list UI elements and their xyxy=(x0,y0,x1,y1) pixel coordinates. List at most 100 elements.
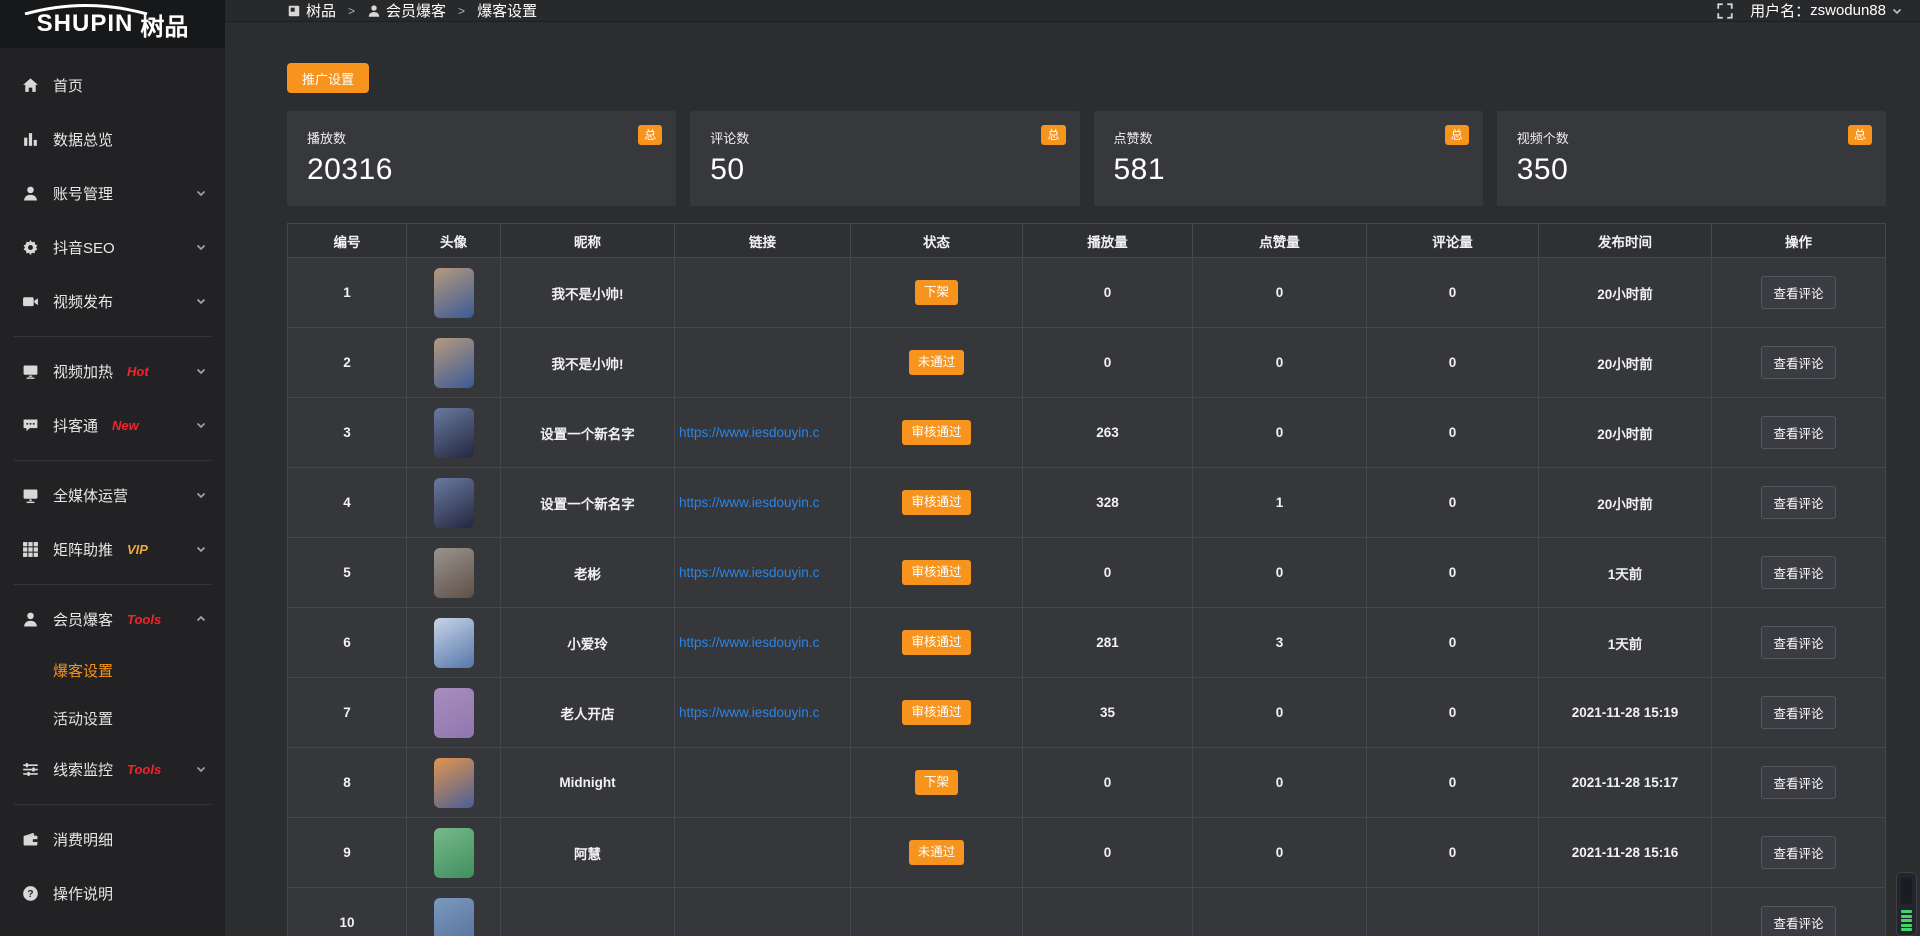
status-badge: 下架 xyxy=(915,280,958,305)
cell-avatar xyxy=(407,888,501,936)
sidebar-item[interactable]: 矩阵助推 VIP xyxy=(0,522,225,576)
cell-comments: 0 xyxy=(1367,748,1539,818)
view-comments-button[interactable]: 查看评论 xyxy=(1761,556,1835,589)
promotion-settings-button[interactable]: 推广设置 xyxy=(287,63,369,93)
cell-likes: 1 xyxy=(1193,468,1367,538)
view-comments-button[interactable]: 查看评论 xyxy=(1761,766,1835,799)
cell-plays: 35 xyxy=(1023,678,1193,748)
cell-likes: 0 xyxy=(1193,538,1367,608)
sidebar-item-tag: Tools xyxy=(127,762,161,777)
chevron-down-icon xyxy=(195,763,207,775)
sidebar-subitem[interactable]: 爆客设置 xyxy=(0,646,225,694)
view-comments-button[interactable]: 查看评论 xyxy=(1761,626,1835,659)
cell-likes xyxy=(1193,888,1367,936)
view-comments-button[interactable]: 查看评论 xyxy=(1761,906,1835,936)
sidebar-item[interactable]: 消费明细 xyxy=(0,812,225,866)
sidebar-nav: 首页 数据总览 账号管理 抖音SEO 视频发布 视频加热 Hot 抖客通 New… xyxy=(0,48,225,920)
cell-nickname: 我不是小帅! xyxy=(501,328,675,398)
column-header: 发布时间 xyxy=(1539,224,1712,258)
sidebar-item[interactable]: 抖客通 New xyxy=(0,398,225,452)
stat-card-label: 点赞数 xyxy=(1114,131,1153,146)
cell-no: 6 xyxy=(288,608,407,678)
chat-icon xyxy=(22,417,39,434)
cell-nickname: 老彬 xyxy=(501,538,675,608)
avatar xyxy=(434,828,474,878)
chevron-down-icon xyxy=(195,295,207,307)
chevron-up-icon xyxy=(195,613,207,625)
cell-comments: 0 xyxy=(1367,328,1539,398)
cell-action: 查看评论 xyxy=(1712,258,1886,328)
video-link[interactable]: https://www.iesdouyin.c xyxy=(675,705,850,720)
dashboard-icon xyxy=(287,4,301,18)
sidebar-item[interactable]: 线索监控 Tools xyxy=(0,742,225,796)
sidebar-item[interactable]: 视频发布 xyxy=(0,274,225,328)
sidebar-item[interactable]: 会员爆客 Tools xyxy=(0,592,225,646)
username-label: 用户名： xyxy=(1750,0,1810,21)
column-header: 评论量 xyxy=(1367,224,1539,258)
cell-no: 7 xyxy=(288,678,407,748)
cell-time: 20小时前 xyxy=(1539,258,1712,328)
video-link[interactable]: https://www.iesdouyin.c xyxy=(675,565,850,580)
video-link[interactable]: https://www.iesdouyin.c xyxy=(675,635,850,650)
sidebar-item[interactable]: 数据总览 xyxy=(0,112,225,166)
sidebar-item[interactable]: 全媒体运营 xyxy=(0,468,225,522)
chevron-down-icon xyxy=(195,241,207,253)
stat-card-plays: 播放数 总 20316 xyxy=(287,111,676,206)
cell-status xyxy=(851,888,1023,936)
avatar xyxy=(434,898,474,936)
cell-comments: 0 xyxy=(1367,468,1539,538)
brand-logo[interactable]: SHUPIN 树品 xyxy=(0,0,225,48)
sidebar-subitem-label: 爆客设置 xyxy=(53,660,113,681)
avatar xyxy=(434,268,474,318)
avatar xyxy=(434,338,474,388)
cell-status: 审核通过 xyxy=(851,468,1023,538)
view-comments-button[interactable]: 查看评论 xyxy=(1761,416,1835,449)
view-comments-button[interactable]: 查看评论 xyxy=(1761,276,1835,309)
cell-time: 2021-11-28 15:17 xyxy=(1539,748,1712,818)
user-menu[interactable]: 用户名： zswodun88 xyxy=(1750,0,1903,21)
stat-cards: 播放数 总 20316 评论数 总 50 点赞数 总 581 视频个数 总 xyxy=(287,111,1886,206)
sidebar-item[interactable]: 抖音SEO xyxy=(0,220,225,274)
avatar xyxy=(434,688,474,738)
cell-time xyxy=(1539,888,1712,936)
sidebar-subitem-label: 活动设置 xyxy=(53,708,113,729)
sidebar-item[interactable]: 账号管理 xyxy=(0,166,225,220)
chevron-down-icon xyxy=(195,365,207,377)
table-body: 1 我不是小帅! 下架 0 0 0 20小时前 查看评论 2 我不是小帅! 未通… xyxy=(288,258,1886,936)
floating-widget[interactable] xyxy=(1896,872,1917,936)
fullscreen-icon[interactable] xyxy=(1716,2,1734,20)
cell-avatar xyxy=(407,818,501,888)
chevron-down-icon xyxy=(195,543,207,555)
sidebar-item-label: 视频发布 xyxy=(53,291,113,312)
cell-time: 1天前 xyxy=(1539,608,1712,678)
view-comments-button[interactable]: 查看评论 xyxy=(1761,486,1835,519)
cell-action: 查看评论 xyxy=(1712,398,1886,468)
breadcrumb-item[interactable]: 会员爆客 xyxy=(386,0,446,21)
svg-text:?: ? xyxy=(27,888,33,899)
sidebar-item-label: 线索监控 xyxy=(53,759,113,780)
cell-nickname: 阿慧 xyxy=(501,818,675,888)
stat-card-value: 50 xyxy=(710,153,1059,187)
cell-avatar xyxy=(407,398,501,468)
view-comments-button[interactable]: 查看评论 xyxy=(1761,346,1835,379)
sidebar-item[interactable]: ? 操作说明 xyxy=(0,866,225,920)
sidebar-item-label: 抖客通 xyxy=(53,415,98,436)
view-comments-button[interactable]: 查看评论 xyxy=(1761,836,1835,869)
sidebar-item[interactable]: 视频加热 Hot xyxy=(0,344,225,398)
cell-likes: 0 xyxy=(1193,818,1367,888)
video-link[interactable]: https://www.iesdouyin.c xyxy=(675,495,850,510)
cell-link: https://www.iesdouyin.c xyxy=(675,538,851,608)
sidebar-subitem[interactable]: 活动设置 xyxy=(0,694,225,742)
cell-likes: 0 xyxy=(1193,328,1367,398)
view-comments-button[interactable]: 查看评论 xyxy=(1761,696,1835,729)
sidebar-divider xyxy=(14,804,211,805)
sidebar-item[interactable]: 首页 xyxy=(0,58,225,112)
breadcrumb-item[interactable]: 树品 xyxy=(306,0,336,21)
cell-comments: 0 xyxy=(1367,398,1539,468)
chevron-down-icon xyxy=(195,419,207,431)
cell-nickname: 设置一个新名字 xyxy=(501,468,675,538)
video-link[interactable]: https://www.iesdouyin.c xyxy=(675,425,850,440)
table-row: 7 老人开店 https://www.iesdouyin.c 审核通过 35 0… xyxy=(288,678,1886,748)
breadcrumb: 树品 > 会员爆客 > 爆客设置 xyxy=(287,0,537,21)
total-badge: 总 xyxy=(1041,125,1065,145)
